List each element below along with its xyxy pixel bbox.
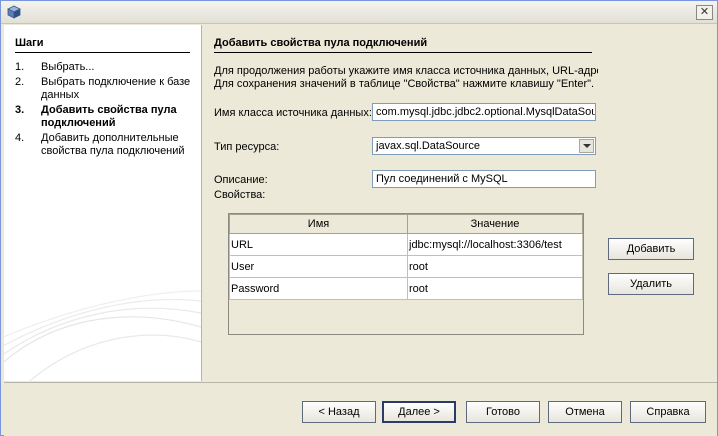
add-property-button[interactable]: Добавить — [608, 238, 694, 260]
step-item: 4. Добавить дополнительные свойства пула… — [15, 132, 200, 158]
step-number: 2. — [15, 76, 25, 88]
resource-type-label: Тип ресурса: — [214, 141, 280, 153]
property-name-cell[interactable]: Password — [229, 277, 408, 300]
step-item-current: 3. Добавить свойства пула подключений — [15, 104, 200, 130]
column-header-value[interactable]: Значение — [407, 214, 583, 234]
step-number: 1. — [15, 61, 25, 73]
table-row[interactable]: User root — [229, 255, 583, 278]
instructions-text: Для продолжения работы укажите имя класс… — [214, 65, 598, 91]
resource-type-value: javax.sql.DataSource — [376, 140, 480, 152]
description-field[interactable]: Пул соединений с MySQL — [372, 170, 596, 188]
table-row[interactable]: URL jdbc:mysql://localhost:3306/test — [229, 233, 583, 256]
wizard-window: ✕ Шаги 1. Выбрать... 2. Выбрать подключе… — [0, 0, 718, 436]
dropdown-arrow-icon[interactable] — [579, 139, 594, 153]
step-label: Добавить дополнительные свойства пула по… — [41, 132, 185, 157]
button-bar: < Назад Далее > Готово Отмена Справка — [4, 382, 717, 436]
remove-property-button[interactable]: Удалить — [608, 273, 694, 295]
step-label: Выбрать... — [41, 61, 95, 73]
property-value-cell[interactable]: root — [407, 277, 583, 300]
properties-table: Имя Значение URL jdbc:mysql://localhost:… — [228, 213, 584, 335]
steps-title: Шаги — [15, 37, 190, 53]
resource-type-select[interactable]: javax.sql.DataSource — [372, 137, 596, 155]
property-value-cell[interactable]: jdbc:mysql://localhost:3306/test — [407, 233, 583, 256]
property-value-cell[interactable]: root — [407, 255, 583, 278]
step-label: Выбрать подключение к базе данных — [41, 76, 191, 101]
next-button[interactable]: Далее > — [382, 401, 456, 423]
finish-button[interactable]: Готово — [466, 401, 540, 423]
back-button[interactable]: < Назад — [302, 401, 376, 423]
property-name-cell[interactable]: User — [229, 255, 408, 278]
class-name-field[interactable]: com.mysql.jdbc.jdbc2.optional.MysqlDataS… — [372, 103, 596, 121]
step-number: 3. — [15, 104, 25, 116]
column-header-name[interactable]: Имя — [229, 214, 408, 234]
step-item: 2. Выбрать подключение к базе данных — [15, 76, 200, 102]
step-label: Добавить свойства пула подключений — [41, 104, 177, 129]
property-name-cell[interactable]: URL — [229, 233, 408, 256]
content-panel: Добавить свойства пула подключений Для п… — [203, 25, 717, 381]
cancel-button[interactable]: Отмена — [548, 401, 622, 423]
steps-list: 1. Выбрать... 2. Выбрать подключение к б… — [15, 61, 200, 160]
close-button[interactable]: ✕ — [696, 5, 713, 20]
page-title: Добавить свойства пула подключений — [214, 37, 592, 53]
app-cube-icon — [7, 5, 21, 19]
step-item: 1. Выбрать... — [15, 61, 200, 74]
step-number: 4. — [15, 132, 25, 144]
instructions-line: Для сохранения значений в таблице "Свойс… — [214, 78, 595, 90]
table-row[interactable]: Password root — [229, 277, 583, 300]
steps-panel: Шаги 1. Выбрать... 2. Выбрать подключени… — [4, 25, 202, 381]
help-button[interactable]: Справка — [630, 401, 706, 423]
title-bar: ✕ — [1, 1, 717, 24]
properties-label: Свойства: — [214, 189, 266, 201]
decorative-swirl-graphic — [4, 290, 201, 381]
description-label: Описание: — [214, 174, 268, 186]
class-name-label: Имя класса источника данных: — [214, 107, 372, 119]
instructions-line: Для продолжения работы укажите имя класс… — [214, 65, 598, 77]
